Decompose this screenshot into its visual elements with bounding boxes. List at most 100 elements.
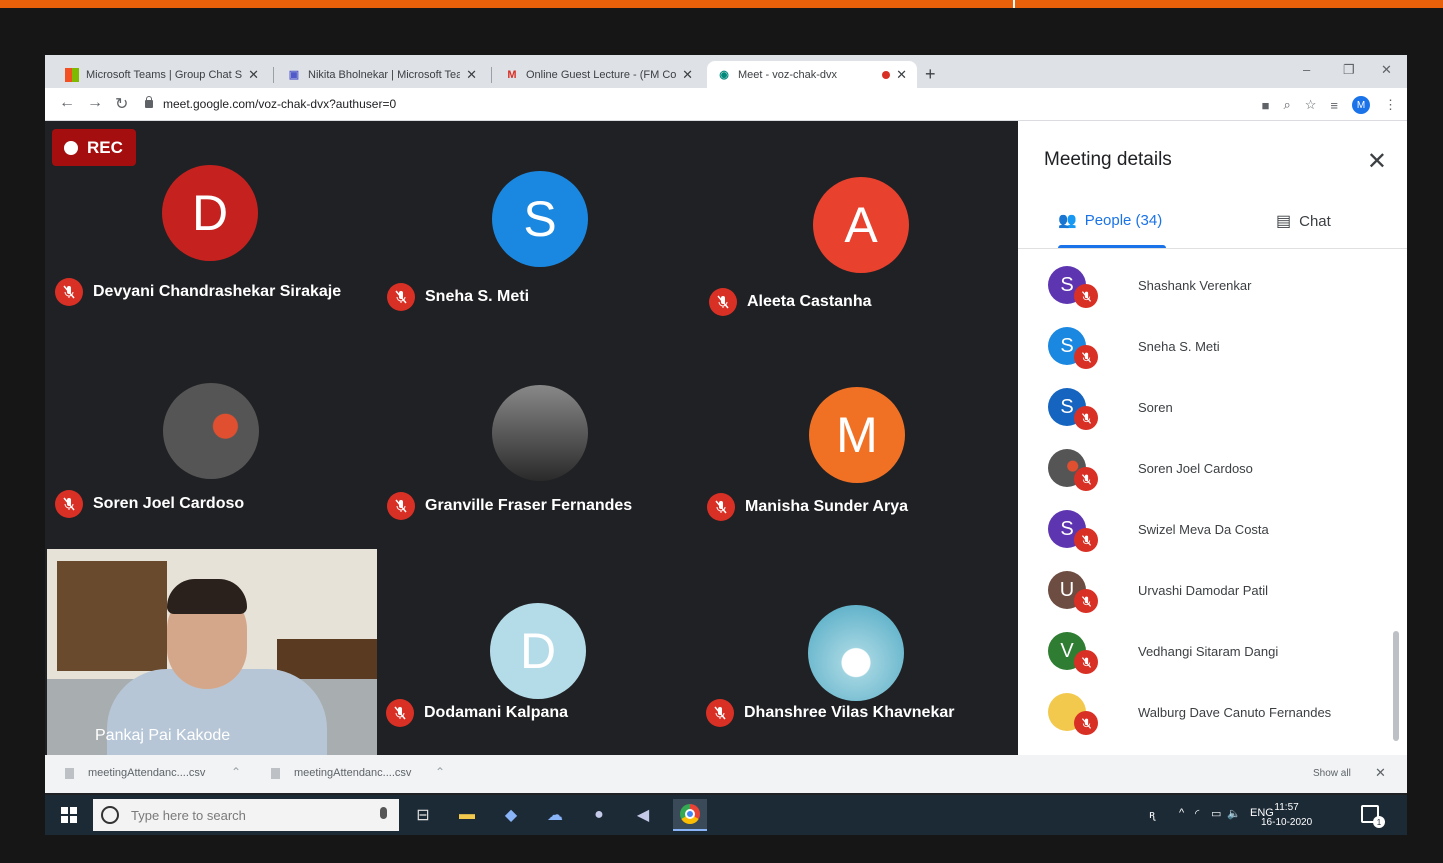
participant-name: Devyani Chandrashekar Sirakaje	[93, 283, 342, 300]
avatar-initial: S	[1060, 334, 1074, 357]
person-name: Walburg Dave Canuto Fernandes	[1138, 704, 1332, 720]
download-bar: meetingAttendanc....csv ⌃ meetingAttenda…	[45, 755, 1407, 793]
list-item[interactable]: V Vedhangi Sitaram Dangi	[1048, 621, 1278, 681]
tab-chat[interactable]: ▤ Chat	[1276, 211, 1331, 231]
rec-label: REC	[87, 137, 123, 157]
clock[interactable]: 11:57 16-10-2020	[1261, 800, 1312, 830]
person-name: Soren Joel Cardoso	[1138, 460, 1253, 476]
avatar: U	[1048, 571, 1098, 613]
close-icon[interactable]: ✕	[248, 67, 259, 83]
download-item[interactable]: meetingAttendanc....csv	[271, 767, 411, 779]
recording-badge: REC	[52, 129, 136, 166]
avatar: S	[1048, 510, 1098, 552]
meet-grid: REC D Devyani Chandrashekar Sirakaje S S…	[45, 121, 1013, 755]
back-icon[interactable]: ←	[59, 94, 75, 112]
participant-name: Dhanshree Vilas Khavnekar	[744, 704, 955, 721]
app-icon[interactable]: ☁	[543, 803, 567, 827]
ms-icon	[65, 67, 79, 82]
cortana-icon	[101, 806, 119, 824]
profile-avatar[interactable]: M	[1352, 96, 1370, 114]
scrollbar[interactable]	[1393, 631, 1399, 741]
file-explorer-icon[interactable]: ▬	[455, 803, 479, 827]
self-name: Pankaj Pai Kakode	[95, 727, 231, 744]
notification-icon[interactable]: 1	[1361, 805, 1385, 828]
app-icon[interactable]: ●	[587, 803, 611, 827]
windows-start-icon[interactable]	[61, 807, 77, 823]
forward-icon[interactable]: →	[87, 94, 103, 112]
tab-separator	[491, 67, 492, 83]
media-icon[interactable]: ≡	[1330, 98, 1338, 113]
list-item[interactable]: S Swizel Meva Da Costa	[1048, 499, 1269, 559]
list-item[interactable]: S Sneha S. Meti	[1048, 316, 1220, 376]
app-icon[interactable]: ◀	[631, 803, 655, 827]
lock-icon[interactable]	[145, 96, 153, 108]
chrome-icon[interactable]	[673, 799, 707, 831]
menu-icon[interactable]: ⋮	[1384, 97, 1397, 113]
participant-name-tile: Devyani Chandrashekar Sirakaje	[55, 278, 341, 306]
list-item[interactable]: S Soren	[1048, 377, 1173, 437]
list-item[interactable]: Soren Joel Cardoso	[1048, 438, 1253, 498]
top-accent-bar	[0, 0, 1443, 8]
clock-date: 16-10-2020	[1261, 817, 1313, 828]
participant-name-tile: Dhanshree Vilas Khavnekar	[706, 699, 954, 727]
list-item[interactable]: Walburg Dave Canuto Fernandes	[1048, 682, 1331, 742]
participant-name: Soren Joel Cardoso	[93, 495, 245, 512]
address-bar[interactable]: meet.google.com/voz-chak-dvx?authuser=0	[145, 93, 1235, 115]
show-all-button[interactable]: Show all	[1313, 768, 1351, 779]
person-name: Vedhangi Sitaram Dangi	[1138, 643, 1279, 659]
mic-off-icon	[386, 699, 414, 727]
restore-button[interactable]: ❐	[1343, 62, 1355, 78]
volume-icon[interactable]: 🔈	[1227, 807, 1241, 820]
window-close-button[interactable]: ✕	[1381, 62, 1392, 78]
minimize-button[interactable]: –	[1303, 62, 1310, 77]
mic-off-icon	[1074, 345, 1098, 369]
close-icon[interactable]: ✕	[1375, 765, 1386, 781]
network-icon[interactable]: ◜	[1195, 807, 1199, 820]
tab-gmail-lecture[interactable]: M Online Guest Lecture - (FM Coun ✕	[495, 61, 703, 88]
star-icon[interactable]: ☆	[1305, 97, 1317, 113]
close-icon[interactable]: ✕	[682, 67, 693, 83]
mic-off-icon	[1074, 589, 1098, 613]
participant-name: Granville Fraser Fernandes	[425, 497, 633, 514]
tab-teams-nikita[interactable]: ▣ Nikita Bholnekar | Microsoft Tean ✕	[277, 61, 487, 88]
task-view-icon[interactable]: ⊟	[411, 803, 435, 827]
chevron-up-icon[interactable]: ^	[1179, 807, 1184, 819]
tab-people[interactable]: 👥 People (34)	[1058, 211, 1162, 230]
mic-off-icon	[55, 490, 83, 518]
app-icon[interactable]: ◆	[499, 803, 523, 827]
video-person	[167, 579, 247, 614]
close-icon[interactable]: ✕	[466, 67, 477, 83]
tab-teams-group-chat[interactable]: Microsoft Teams | Group Chat So ✕	[55, 61, 269, 88]
tab-meet[interactable]: ◉ Meet - voz-chak-dvx ✕	[707, 61, 917, 88]
avatar: V	[1048, 632, 1098, 674]
chevron-up-icon[interactable]: ⌃	[231, 765, 241, 779]
chevron-up-icon[interactable]: ⌃	[435, 765, 445, 779]
participant-name: Dodamani Kalpana	[424, 704, 569, 721]
avatar: S	[1048, 388, 1098, 430]
people-list: S Shashank Verenkar S Sneha S. Meti S So…	[1018, 251, 1407, 755]
download-item[interactable]: meetingAttendanc....csv	[65, 767, 205, 779]
participant-photo	[808, 605, 904, 701]
mic-off-icon	[1074, 711, 1098, 735]
mic-off-icon	[1074, 650, 1098, 674]
recording-dot-icon	[882, 70, 891, 79]
battery-icon[interactable]: ▭	[1211, 807, 1221, 820]
reload-icon[interactable]: ↻	[115, 94, 128, 114]
participant-name: Sneha S. Meti	[425, 288, 530, 305]
mic-off-icon	[709, 288, 737, 316]
person-name: Swizel Meva Da Costa	[1138, 521, 1269, 537]
list-item[interactable]: S Shashank Verenkar	[1048, 255, 1251, 315]
mic-icon[interactable]	[380, 807, 387, 819]
list-item[interactable]: U Urvashi Damodar Patil	[1048, 560, 1268, 620]
tab-separator	[273, 67, 274, 83]
new-tab-button[interactable]: +	[925, 64, 936, 85]
camera-icon[interactable]: ■	[1262, 98, 1270, 113]
participant-avatar: A	[813, 177, 909, 273]
tab-title: Nikita Bholnekar | Microsoft Tean	[308, 68, 461, 81]
close-icon[interactable]: ✕	[896, 67, 907, 83]
people-tray-icon[interactable]: ꭆ	[1149, 807, 1155, 822]
zoom-icon[interactable]: ⌕	[1283, 97, 1290, 113]
search-input[interactable]: Type here to search	[93, 799, 399, 831]
close-panel-button[interactable]: ✕	[1367, 147, 1387, 176]
chrome-logo	[680, 804, 700, 824]
